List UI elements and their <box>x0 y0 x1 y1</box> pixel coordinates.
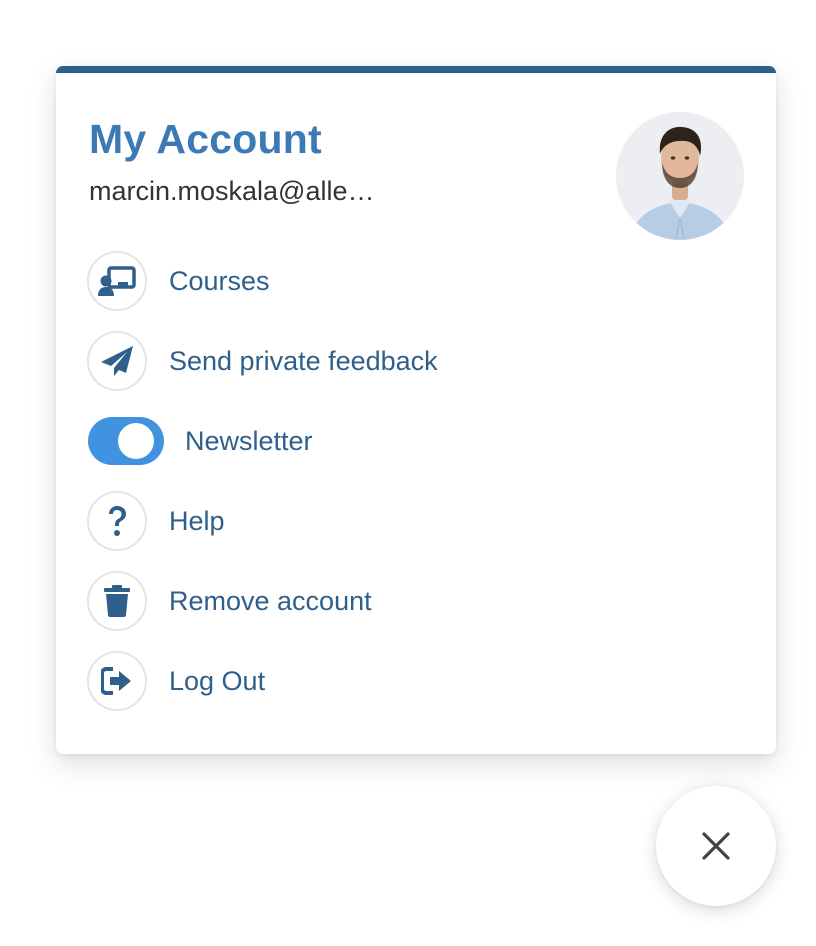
close-icon <box>702 832 730 860</box>
help-label: Help <box>169 506 225 536</box>
courses-icon <box>87 251 147 311</box>
trash-icon <box>87 571 147 631</box>
menu-item-newsletter[interactable]: Newsletter <box>87 409 438 473</box>
account-email: marcin.moskala@alle… <box>89 176 375 206</box>
remove-account-label: Remove account <box>169 586 372 616</box>
account-menu-list: Courses Send private feedback Newsletter <box>87 249 438 729</box>
avatar <box>616 112 744 240</box>
avatar-image <box>616 112 744 240</box>
menu-item-log-out[interactable]: Log Out <box>87 649 438 713</box>
send-feedback-label: Send private feedback <box>169 346 438 376</box>
courses-label: Courses <box>169 266 270 296</box>
toggle-knob <box>118 423 154 459</box>
menu-item-courses[interactable]: Courses <box>87 249 438 313</box>
close-button[interactable] <box>656 786 776 906</box>
question-mark-icon <box>87 491 147 551</box>
paper-plane-icon <box>87 331 147 391</box>
account-title: My Account <box>89 116 322 162</box>
newsletter-toggle[interactable] <box>88 417 164 465</box>
sign-out-icon <box>87 651 147 711</box>
account-menu-popup: My Account marcin.moskala@alle… Courses … <box>56 66 776 754</box>
newsletter-label: Newsletter <box>185 426 313 456</box>
menu-item-help[interactable]: Help <box>87 489 438 553</box>
menu-item-send-feedback[interactable]: Send private feedback <box>87 329 438 393</box>
log-out-label: Log Out <box>169 666 266 696</box>
menu-item-remove-account[interactable]: Remove account <box>87 569 438 633</box>
